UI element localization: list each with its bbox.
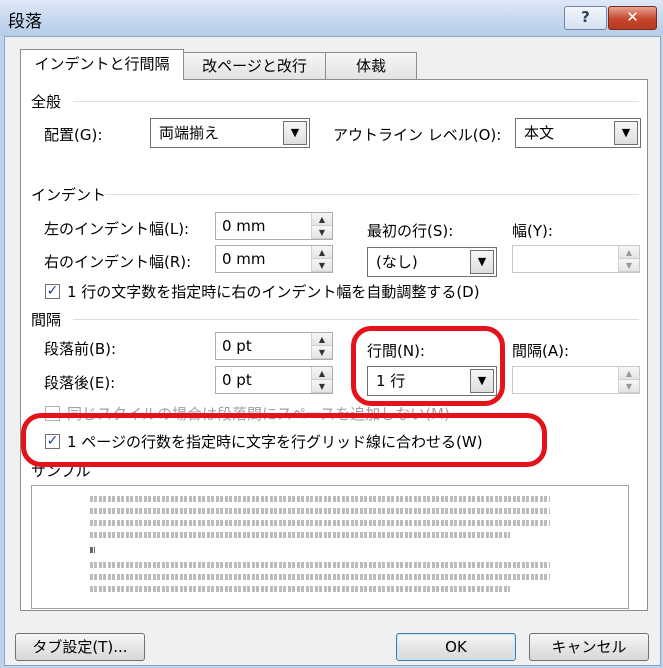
spacing-at-input[interactable]: ▲ ▼ — [512, 366, 640, 394]
space-before-input[interactable]: 0 pt ▲ ▼ — [215, 332, 333, 360]
left-indent-input[interactable]: 0 mm ▲ ▼ — [215, 212, 333, 240]
space-after-input[interactable]: 0 pt ▲ ▼ — [215, 366, 333, 394]
help-icon: ? — [581, 8, 590, 26]
indent-width-spinner[interactable]: ▲ ▼ — [618, 246, 639, 272]
right-indent-value: 0 mm — [222, 250, 266, 268]
no-space-same-style-label: 同じスタイルの場合は段落間にスペースを追加しない(M) — [67, 405, 450, 423]
preview-next-line — [90, 574, 550, 580]
cancel-button[interactable]: キャンセル — [529, 633, 649, 661]
right-indent-input[interactable]: 0 mm ▲ ▼ — [215, 245, 333, 273]
snap-to-grid-checkbox[interactable]: ✓ — [45, 434, 60, 449]
outline-level-value: 本文 — [524, 124, 555, 142]
right-indent-label: 右のインデント幅(R): — [44, 253, 192, 271]
space-before-label: 段落前(B): — [44, 340, 117, 358]
preview-prev-line — [90, 508, 550, 514]
dropdown-arrow-icon[interactable]: ▼ — [614, 121, 638, 145]
window-title: 段落 — [8, 12, 42, 32]
snap-to-grid-label: 1 ページの行数を指定時に文字を行グリッド線に合わせる(W) — [67, 433, 483, 451]
preview-prev-line — [90, 520, 550, 526]
first-line-select[interactable]: (なし) ▼ — [367, 247, 497, 277]
alignment-value: 両端揃え — [159, 124, 220, 142]
spacing-at-label: 間隔(A): — [512, 342, 570, 360]
spin-down-icon[interactable]: ▼ — [619, 380, 639, 393]
outline-level-label: アウトライン レベル(O): — [333, 126, 502, 144]
outline-level-select[interactable]: 本文 ▼ — [515, 118, 641, 148]
spin-down-icon[interactable]: ▼ — [619, 259, 639, 272]
check-icon: ✓ — [46, 283, 59, 299]
preview-prev-line — [90, 532, 510, 538]
dropdown-arrow-icon[interactable]: ▼ — [283, 121, 307, 145]
dropdown-arrow-icon[interactable]: ▼ — [470, 250, 494, 274]
no-space-same-style-checkbox[interactable] — [45, 406, 60, 421]
title-bar: 段落 ? ✕ — [0, 0, 663, 36]
space-before-value: 0 pt — [222, 337, 252, 355]
first-line-value: (なし) — [376, 253, 418, 271]
space-before-spinner[interactable]: ▲ ▼ — [311, 333, 332, 359]
right-indent-spinner[interactable]: ▲ ▼ — [311, 246, 332, 272]
alignment-select[interactable]: 両端揃え ▼ — [150, 118, 310, 148]
indent-divider — [105, 194, 639, 195]
indent-width-label: 幅(Y): — [512, 222, 553, 240]
general-divider — [73, 101, 639, 102]
left-indent-value: 0 mm — [222, 217, 266, 235]
ok-button[interactable]: OK — [396, 633, 516, 661]
spacing-divider — [73, 319, 639, 320]
spin-up-icon[interactable]: ▲ — [312, 367, 332, 380]
tabs-button[interactable]: タブ設定(T)... — [15, 633, 145, 661]
spin-down-icon[interactable]: ▼ — [312, 380, 332, 393]
tab-asian-typography[interactable]: 体裁 — [325, 52, 417, 79]
spin-down-icon[interactable]: ▼ — [312, 259, 332, 272]
indent-heading: インデント — [31, 186, 107, 204]
help-button[interactable]: ? — [564, 6, 607, 30]
preview-heading: サンプル — [31, 462, 91, 480]
spin-down-icon[interactable]: ▼ — [312, 226, 332, 239]
auto-adjust-checkbox[interactable]: ✓ — [45, 284, 60, 299]
left-indent-label: 左のインデント幅(L): — [44, 220, 190, 238]
tab-indents-and-spacing[interactable]: インデントと行間隔 — [20, 49, 184, 80]
general-heading: 全般 — [31, 93, 62, 111]
spin-up-icon[interactable]: ▲ — [312, 246, 332, 259]
spin-up-icon[interactable]: ▲ — [312, 213, 332, 226]
auto-adjust-label: 1 行の文字数を指定時に右のインデント幅を自動調整する(D) — [67, 283, 480, 301]
alignment-label: 配置(G): — [44, 126, 103, 144]
preview-next-line — [90, 562, 550, 568]
dropdown-arrow-icon[interactable]: ▼ — [470, 369, 494, 393]
spin-up-icon[interactable]: ▲ — [619, 367, 639, 380]
space-after-label: 段落後(E): — [44, 374, 116, 392]
close-icon: ✕ — [626, 8, 639, 26]
left-indent-spinner[interactable]: ▲ ▼ — [311, 213, 332, 239]
space-after-value: 0 pt — [222, 371, 252, 389]
indent-width-input[interactable]: ▲ ▼ — [512, 245, 640, 273]
preview-prev-line — [90, 496, 550, 502]
paragraph-dialog: インデントと行間隔 改ページと改行 体裁 全般 配置(G): 両端揃え ▼ アウ… — [4, 36, 661, 666]
line-spacing-value: 1 行 — [376, 372, 406, 390]
check-icon: ✓ — [46, 433, 59, 449]
spin-up-icon[interactable]: ▲ — [312, 333, 332, 346]
paragraph-preview — [31, 485, 629, 609]
preview-current-line — [90, 547, 95, 553]
tab-line-and-page-breaks[interactable]: 改ページと改行 — [183, 52, 326, 79]
spin-down-icon[interactable]: ▼ — [312, 346, 332, 359]
line-spacing-label: 行間(N): — [367, 342, 425, 360]
close-button[interactable]: ✕ — [608, 6, 657, 30]
space-after-spinner[interactable]: ▲ ▼ — [311, 367, 332, 393]
preview-next-line — [90, 586, 510, 592]
spacing-heading: 間隔 — [31, 311, 62, 329]
spacing-at-spinner[interactable]: ▲ ▼ — [618, 367, 639, 393]
spin-up-icon[interactable]: ▲ — [619, 246, 639, 259]
first-line-label: 最初の行(S): — [367, 222, 454, 240]
line-spacing-select[interactable]: 1 行 ▼ — [367, 366, 497, 396]
tab-panel: 全般 配置(G): 両端揃え ▼ アウトライン レベル(O): 本文 ▼ インデ… — [20, 79, 648, 611]
